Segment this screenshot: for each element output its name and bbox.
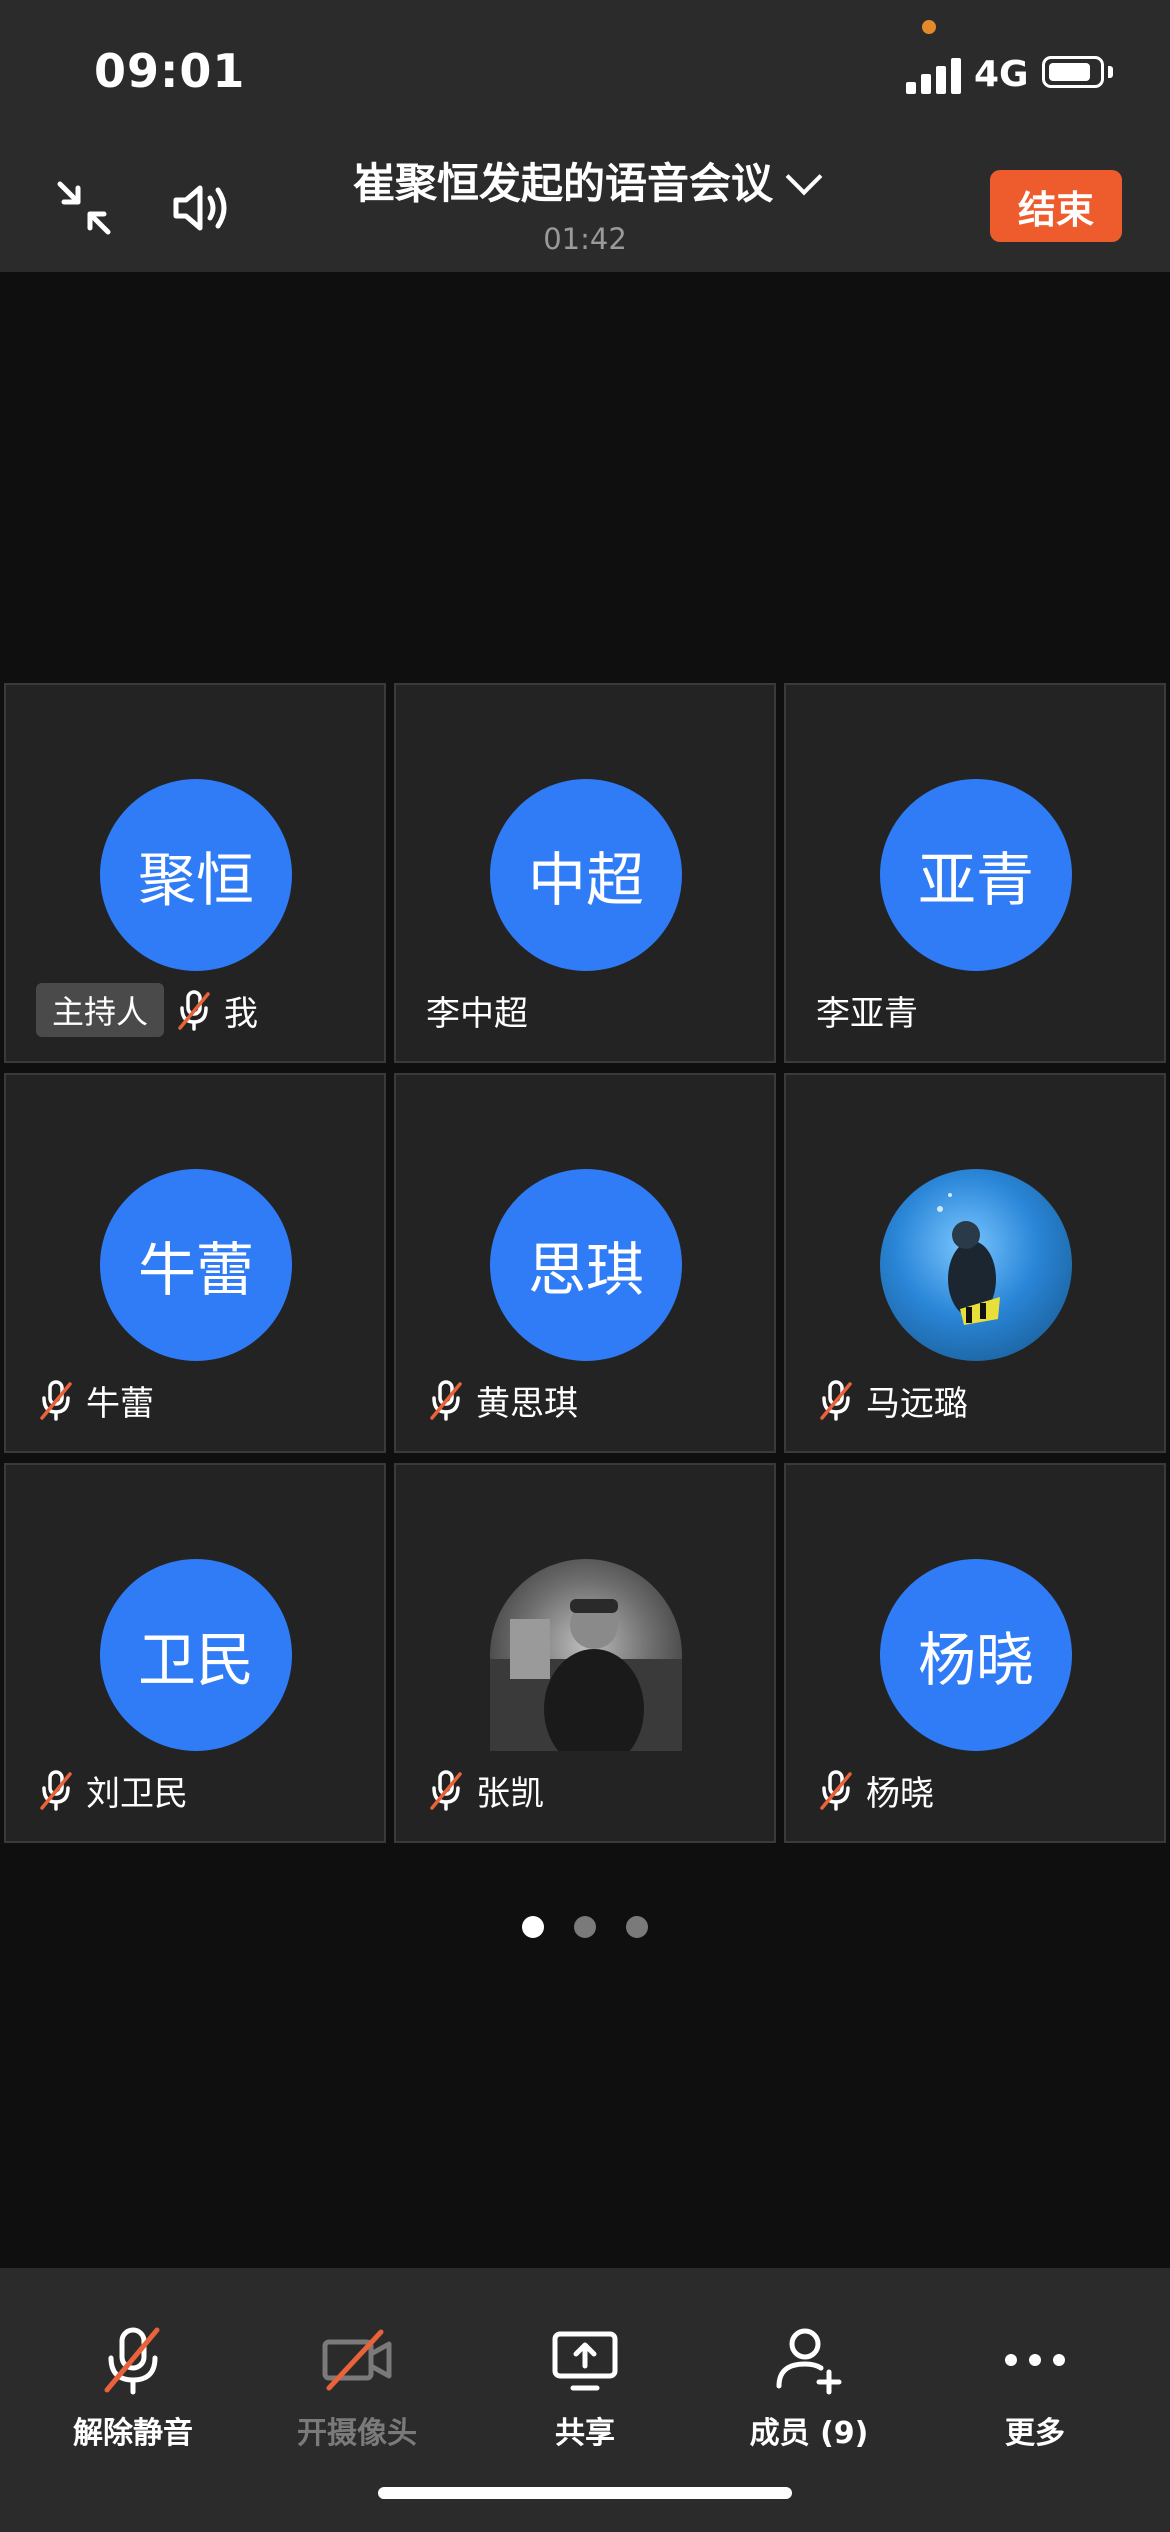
cellular-signal-icon [906, 56, 962, 94]
more-dots-icon [1005, 2354, 1065, 2366]
participant-label: 李亚青 [816, 985, 918, 1035]
muted-mic-icon [820, 1380, 852, 1421]
participant-label: 李中超 [426, 985, 528, 1035]
participant-label: 刘卫民 [36, 1765, 188, 1815]
muted-mic-icon [430, 1770, 462, 1811]
page-dot[interactable] [574, 1916, 596, 1938]
unmute-button[interactable]: 解除静音 [16, 2268, 250, 2468]
home-indicator[interactable] [378, 2487, 792, 2499]
page-indicator [0, 1916, 1170, 1938]
host-badge: 主持人 [36, 983, 165, 1037]
muted-mic-icon [40, 1770, 72, 1811]
muted-mic-icon [40, 1380, 72, 1421]
participant-label: 马远璐 [816, 1375, 968, 1425]
chevron-down-icon[interactable] [785, 158, 823, 196]
members-label: 成员 (9) [749, 2416, 869, 2451]
participant-label: 张凯 [426, 1765, 544, 1815]
avatar-initials: 杨晓 [917, 1626, 1034, 1694]
participant-tile[interactable]: 中超李中超 [394, 683, 776, 1063]
unmute-label: 解除静音 [73, 2416, 193, 2451]
page-dot[interactable] [522, 1916, 544, 1938]
battery-icon [1042, 56, 1104, 88]
participant-label: 杨晓 [816, 1765, 934, 1815]
participant-tile[interactable]: 亚青李亚青 [784, 683, 1166, 1063]
avatar-initials: 聚恒 [137, 846, 254, 914]
add-member-icon [776, 2328, 842, 2395]
participant-label: 牛蕾 [36, 1375, 154, 1425]
more-label: 更多 [1005, 2416, 1065, 2451]
share-screen-icon [552, 2331, 618, 2391]
participant-name: 黄思琪 [476, 1383, 578, 1424]
diver-image [937, 1193, 1000, 1325]
avatar-initials: 牛蕾 [137, 1236, 254, 1304]
participant-tile[interactable]: 思琪黄思琪 [394, 1073, 776, 1453]
avatar: 亚青 [880, 779, 1072, 971]
network-type: 4G [974, 54, 1029, 95]
camera-button[interactable]: 开摄像头 [240, 2268, 474, 2468]
avatar-initials: 中超 [527, 846, 644, 914]
participant-tile[interactable]: 聚恒主持人 我 [4, 683, 386, 1063]
camera-off-icon [322, 2329, 392, 2391]
muted-mic-icon [104, 2327, 160, 2395]
avatar: 思琪 [490, 1169, 682, 1361]
participant-tile[interactable]: 张凯 [394, 1463, 776, 1843]
avatar-initials: 亚青 [917, 846, 1034, 914]
muted-mic-icon [820, 1770, 852, 1811]
avatar: 卫民 [100, 1559, 292, 1751]
more-button[interactable]: 更多 [918, 2268, 1152, 2468]
participant-grid: 聚恒 主持人我中超 李中超 亚青 李亚青 牛蕾 牛蕾 思琪 黄思琪 马远璐 卫民 刘卫民 张凯 杨晓 杨晓 [0, 683, 1170, 1849]
avatar-photo [490, 1559, 682, 1751]
muted-mic-icon [430, 1380, 462, 1421]
participant-name: 我 [224, 993, 259, 1034]
avatar: 杨晓 [880, 1559, 1072, 1751]
participant-name: 马远璐 [866, 1383, 968, 1424]
participant-tile[interactable]: 牛蕾 牛蕾 [4, 1073, 386, 1453]
end-meeting-button[interactable]: 结束 [990, 170, 1122, 242]
participant-tile[interactable]: 杨晓 杨晓 [784, 1463, 1166, 1843]
muted-mic-icon [178, 990, 210, 1031]
participant-name: 李中超 [426, 993, 528, 1034]
participant-name: 李亚青 [816, 993, 918, 1034]
avatar: 中超 [490, 779, 682, 971]
share-label: 共享 [555, 2416, 615, 2451]
participant-name: 杨晓 [866, 1773, 934, 1814]
mic-in-use-indicator [922, 20, 936, 34]
participant-label: 黄思琪 [426, 1375, 578, 1425]
page-dot[interactable] [626, 1916, 648, 1938]
participant-tile[interactable]: 马远璐 [784, 1073, 1166, 1453]
participant-label: 主持人 我 [36, 983, 259, 1037]
avatar-photo [880, 1169, 1072, 1361]
participant-tile[interactable]: 卫民刘卫民 [4, 1463, 386, 1843]
participant-name: 刘卫民 [86, 1773, 188, 1814]
members-button[interactable]: 成员 (9) [692, 2268, 926, 2468]
status-time: 09:01 [94, 44, 246, 98]
camera-label: 开摄像头 [297, 2416, 417, 2451]
avatar: 牛蕾 [100, 1169, 292, 1361]
participant-name: 牛蕾 [86, 1383, 154, 1424]
avatar-initials: 思琪 [527, 1236, 644, 1304]
share-button[interactable]: 共享 [468, 2268, 702, 2468]
portrait-image [490, 1599, 682, 1751]
avatar-initials: 卫民 [137, 1626, 254, 1694]
participant-name: 张凯 [476, 1773, 544, 1814]
avatar: 聚恒 [100, 779, 292, 971]
meeting-title: 崔聚恒发起的语音会议 [352, 159, 773, 208]
